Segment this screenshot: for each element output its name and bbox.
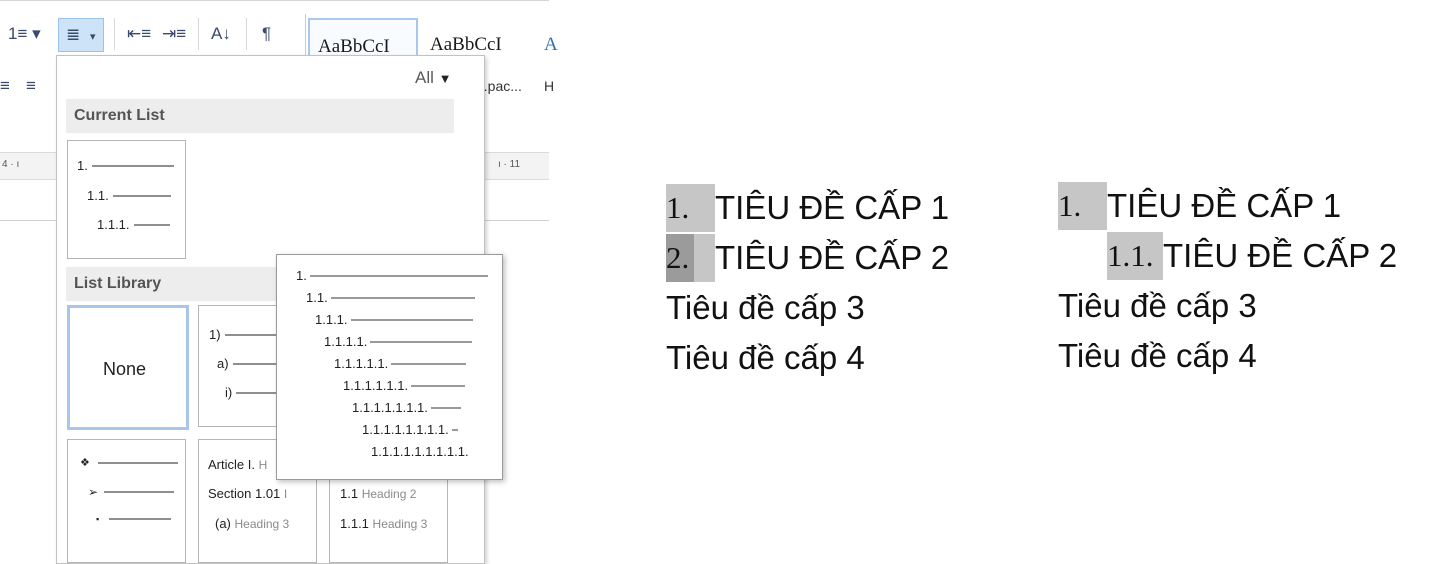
list-level-1: 1) xyxy=(209,327,285,342)
align-left-button[interactable]: ≡ xyxy=(0,76,10,96)
separator xyxy=(198,18,199,50)
heading-text: Tiêu đề cấp 3 xyxy=(666,289,865,326)
ruler-right-marks: ı · 11 xyxy=(498,159,521,170)
decrease-indent-button[interactable]: ⇤≡ xyxy=(127,24,151,44)
filter-label: All xyxy=(415,68,434,87)
increase-indent-button[interactable]: ⇥≡ xyxy=(162,24,186,44)
sort-button[interactable]: A↓ xyxy=(211,24,231,44)
style-normal-preview: AaBbCcI xyxy=(318,36,390,57)
preview-level-1: 1. xyxy=(296,268,488,283)
article-level-1: Article I. H xyxy=(208,457,268,472)
list-level-3: 1.1.1. xyxy=(97,217,170,232)
none-label: None xyxy=(103,359,147,379)
list-number: 1.1. xyxy=(1107,232,1163,280)
style-heading-label: H xyxy=(544,78,555,94)
style-heading-preview: A xyxy=(544,34,558,55)
filter-dropdown[interactable]: All ▼ xyxy=(415,68,452,88)
heading-line-2[interactable]: 1.1. TIÊU ĐỀ CẤP 2 xyxy=(1058,232,1397,280)
heading-line-4[interactable]: Tiêu đề cấp 4 xyxy=(1058,332,1397,380)
current-list-tile[interactable]: 1. 1.1. 1.1.1. xyxy=(67,140,186,259)
document-example-before: 1. TIÊU ĐỀ CẤP 1 2. TIÊU ĐỀ CẤP 2 Tiêu đ… xyxy=(666,184,949,382)
preview-level-6: 1.1.1.1.1.1. xyxy=(343,378,466,393)
bullet-diamond-icon: ❖ xyxy=(80,456,178,469)
list-number: 1. xyxy=(666,184,715,232)
heading-text: TIÊU ĐỀ CẤP 2 xyxy=(1163,237,1398,274)
style-no-spacing-preview: AaBbCcI xyxy=(430,34,502,55)
preview-level-5: 1.1.1.1.1. xyxy=(334,356,467,371)
separator xyxy=(246,18,247,50)
preview-level-3: 1.1.1. xyxy=(315,312,473,327)
list-style-bullets[interactable]: ❖ ➢ ▪ xyxy=(67,439,186,563)
preview-level-8: 1.1.1.1.1.1.1.1. xyxy=(362,422,458,437)
article-level-2: Section 1.01 I xyxy=(208,486,288,501)
list-number: 2. xyxy=(666,234,715,282)
ribbon-border xyxy=(0,0,549,1)
heading-text: Tiêu đề cấp 4 xyxy=(666,339,865,376)
list-level-1: 1. xyxy=(77,158,174,173)
heading-line-2[interactable]: 2. TIÊU ĐỀ CẤP 2 xyxy=(666,234,949,282)
numbering-button[interactable]: 1≡ ▾ xyxy=(8,24,41,44)
multilevel-list-button[interactable]: ≣ ▾ xyxy=(58,18,104,52)
show-formatting-button[interactable]: ¶ xyxy=(262,24,271,44)
heading-line-3[interactable]: Tiêu đề cấp 3 xyxy=(666,284,949,332)
preview-level-2: 1.1. xyxy=(306,290,475,305)
document-example-after: 1. TIÊU ĐỀ CẤP 1 1.1. TIÊU ĐỀ CẤP 2 Tiêu… xyxy=(1058,182,1397,380)
section-header-current-list: Current List xyxy=(66,99,454,133)
heading-line-1[interactable]: 1. TIÊU ĐỀ CẤP 1 xyxy=(1058,182,1397,230)
heading-text: TIÊU ĐỀ CẤP 2 xyxy=(715,239,950,276)
list-style-none[interactable]: None xyxy=(67,305,189,430)
article-level-3: (a) Heading 3 xyxy=(215,516,290,531)
heading-text: Tiêu đề cấp 3 xyxy=(1058,287,1257,324)
chevron-down-icon: ▾ xyxy=(90,31,96,43)
bullet-square-icon: ▪ xyxy=(96,514,172,524)
heading-line-4[interactable]: Tiêu đề cấp 4 xyxy=(666,334,949,382)
chevron-down-icon: ▾ xyxy=(32,24,41,43)
list-number: 1. xyxy=(1058,182,1107,230)
list-level-2: 1.1. xyxy=(87,188,171,203)
heading-line-3[interactable]: Tiêu đề cấp 3 xyxy=(1058,282,1397,330)
list-preview-tooltip: 1. 1.1. 1.1.1. 1.1.1.1. 1.1.1.1.1. 1.1.1… xyxy=(276,254,503,480)
align-center-button[interactable]: ≡ xyxy=(26,76,36,96)
preview-level-9: 1.1.1.1.1.1.1.1.1. xyxy=(371,444,469,459)
heading-text: Tiêu đề cấp 4 xyxy=(1058,337,1257,374)
separator xyxy=(114,18,115,50)
style-heading[interactable]: A xyxy=(536,18,558,74)
caret-down-icon: ▼ xyxy=(438,71,452,86)
preview-level-7: 1.1.1.1.1.1.1. xyxy=(352,400,461,415)
multilevel-list-icon: ≣ xyxy=(66,25,81,44)
heading-level-3: 1.1.1 Heading 3 xyxy=(340,516,428,531)
preview-level-4: 1.1.1.1. xyxy=(324,334,473,349)
bullet-arrow-icon: ➢ xyxy=(88,485,175,499)
numbering-icon: 1≡ xyxy=(8,24,28,43)
heading-text: TIÊU ĐỀ CẤP 1 xyxy=(1107,187,1342,224)
heading-text: TIÊU ĐỀ CẤP 1 xyxy=(715,189,950,226)
heading-level-2: 1.1 Heading 2 xyxy=(340,486,417,501)
heading-line-1[interactable]: 1. TIÊU ĐỀ CẤP 1 xyxy=(666,184,949,232)
ruler-left-marks: 4 · ı xyxy=(2,159,20,170)
